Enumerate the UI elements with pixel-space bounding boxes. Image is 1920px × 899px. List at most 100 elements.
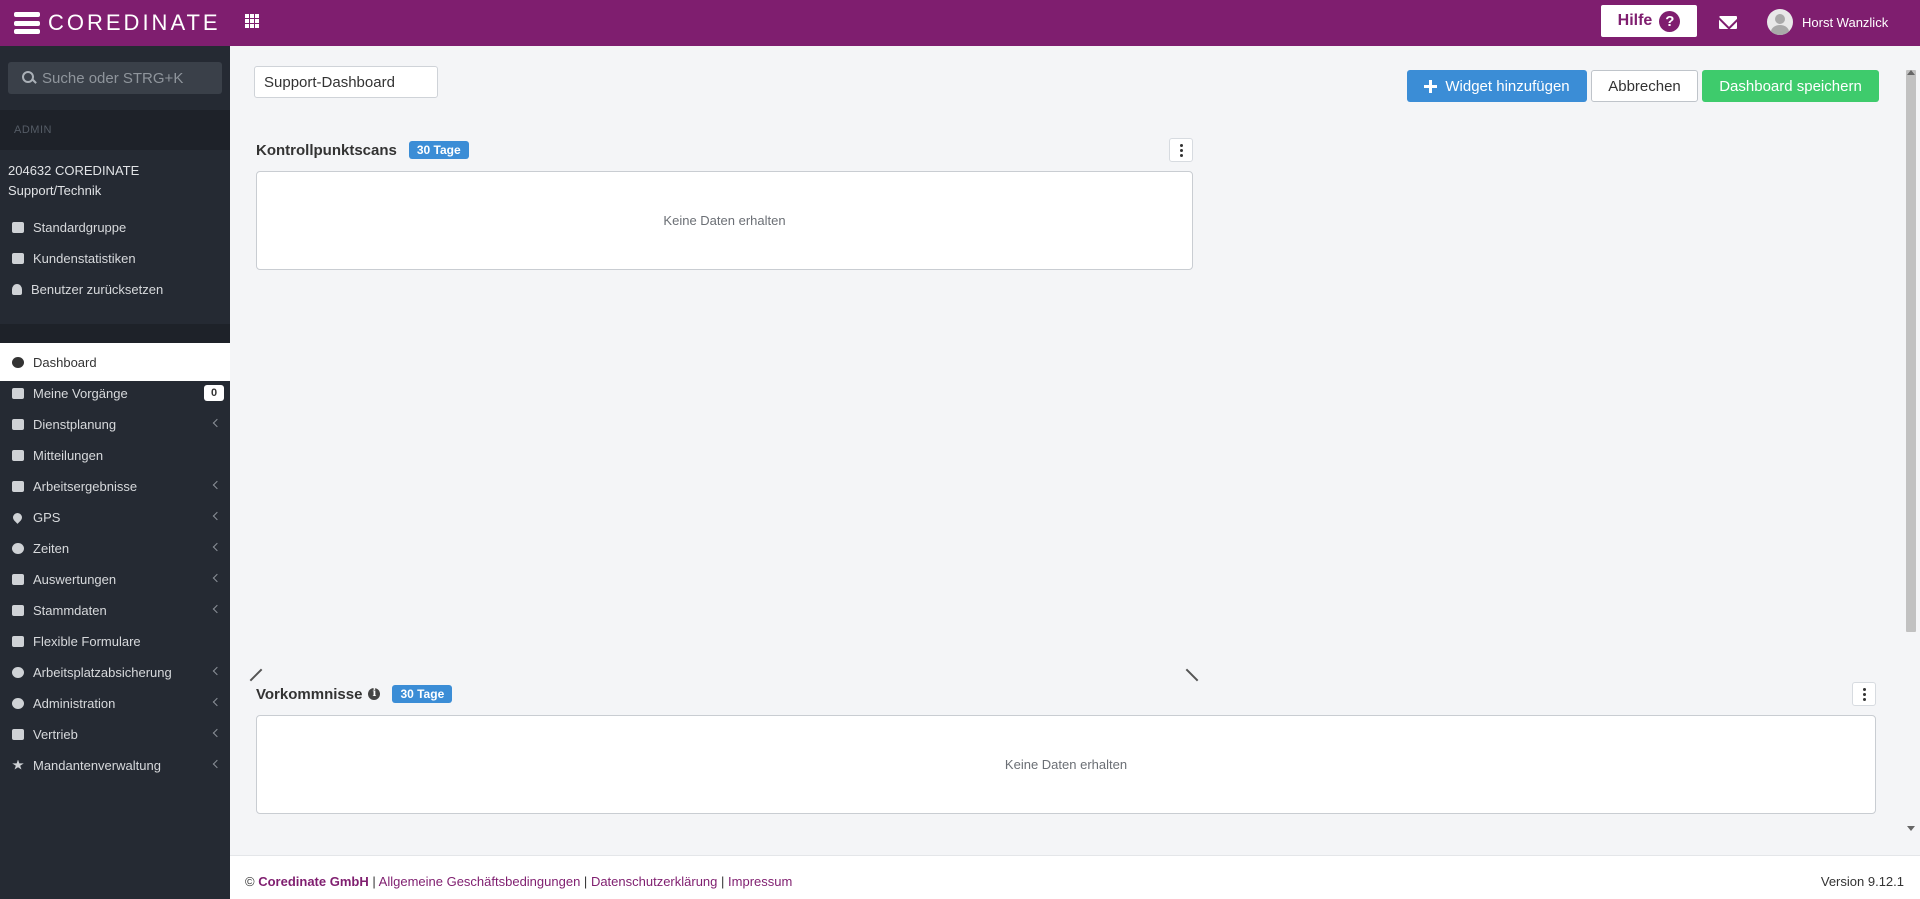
sidebar-item-label: Dashboard xyxy=(33,354,97,370)
sidebar-item-label: Arbeitsplatzabsicherung xyxy=(33,664,172,680)
chevron-left-icon xyxy=(212,418,222,428)
admin-section-label: ADMIN xyxy=(14,124,52,136)
sidebar-item-label: Mitteilungen xyxy=(33,447,104,463)
sidebar-item-benutzer-zuruecksetzen[interactable]: Benutzer zurücksetzen xyxy=(0,270,230,308)
sidebar-item-label: Flexible Formulare xyxy=(33,633,141,649)
search-placeholder: Suche oder STRG+K xyxy=(42,69,184,87)
datenschutz-link[interactable]: Datenschutzerklärung xyxy=(591,874,717,889)
scroll-up-icon[interactable] xyxy=(1907,70,1915,75)
scroll-down-icon[interactable] xyxy=(1907,826,1915,831)
top-navbar: COREDINATE Hilfe ? Horst Wanzlick xyxy=(0,0,1920,46)
chevron-left-icon xyxy=(212,666,222,676)
app-logo[interactable]: COREDINATE xyxy=(14,10,221,36)
report-icon xyxy=(12,573,24,585)
money-icon xyxy=(12,728,24,740)
form-icon xyxy=(12,635,24,647)
logo-text: COREDINATE xyxy=(48,10,221,35)
chevron-left-icon xyxy=(212,511,222,521)
dashboard-name-input[interactable]: Support-Dashboard xyxy=(254,66,438,98)
book-icon xyxy=(12,604,24,616)
empty-state-text: Keine Daten erhalten xyxy=(1004,757,1128,772)
chevron-left-icon xyxy=(212,728,222,738)
user-icon xyxy=(12,283,22,295)
cancel-button[interactable]: Abbrechen xyxy=(1591,70,1698,102)
period-badge: 30 Tage xyxy=(408,141,469,159)
empty-state-text: Keine Daten erhalten xyxy=(663,213,786,228)
sidebar-item-label: Zeiten xyxy=(33,540,70,556)
envelope-icon xyxy=(12,449,24,461)
sidebar-divider xyxy=(0,324,230,344)
apps-grid-icon[interactable] xyxy=(245,14,259,28)
sidebar-item-label: Stammdaten xyxy=(33,602,107,618)
calendar-list-icon xyxy=(12,418,24,430)
dashboard-main: Support-Dashboard Widget hinzufügen Abbr… xyxy=(230,46,1920,854)
company-link[interactable]: Coredinate GmbH xyxy=(258,874,369,889)
chevron-left-icon xyxy=(212,759,222,769)
sidebar-item-label: Auswertungen xyxy=(33,571,117,587)
sidebar-item-label: Standardgruppe xyxy=(33,219,127,235)
user-name[interactable]: Horst Wanzlick xyxy=(1802,15,1888,30)
widget-vorkommnisse-title: Vorkommnisse i 30 Tage xyxy=(256,685,453,703)
company-line-2: Support/Technik xyxy=(8,183,102,198)
footer-links: © Coredinate GmbH | Allgemeine Geschäfts… xyxy=(245,874,792,889)
cogs-icon xyxy=(12,697,24,709)
add-widget-button[interactable]: Widget hinzufügen xyxy=(1407,70,1587,102)
sidebar-item-label: Meine Vorgänge xyxy=(33,385,128,401)
resize-handle-icon[interactable] xyxy=(1182,665,1202,685)
version-text: Version 9.12.1 xyxy=(1820,874,1904,889)
widget-options-button[interactable] xyxy=(1169,138,1193,162)
search-icon xyxy=(22,70,37,86)
info-circle-icon[interactable]: i xyxy=(368,688,381,700)
help-label: Hilfe xyxy=(1617,12,1653,29)
chevron-left-icon xyxy=(212,604,222,614)
help-button[interactable]: Hilfe ? xyxy=(1601,5,1697,37)
count-badge: 0 xyxy=(204,385,224,401)
company-line-1: 204632 COREDINATE xyxy=(8,163,140,178)
widget-title-text: Vorkommnisse xyxy=(256,685,363,703)
globe-icon xyxy=(12,666,24,678)
sidebar-item-label: Mandantenverwaltung xyxy=(33,757,161,773)
sidebar-item-mandantenverwaltung[interactable]: Mandantenverwaltung xyxy=(0,746,230,784)
widget-vorkommnisse-panel: Keine Daten erhalten xyxy=(256,715,1876,814)
chevron-left-icon xyxy=(212,542,222,552)
widget-title-text: Kontrollpunktscans xyxy=(256,141,397,159)
sidebar-item-label: Benutzer zurücksetzen xyxy=(31,281,164,297)
scrollbar-thumb[interactable] xyxy=(1906,70,1916,632)
envelope-icon[interactable] xyxy=(1719,16,1737,29)
add-widget-label: Widget hinzufügen xyxy=(1445,77,1570,95)
avatar[interactable] xyxy=(1767,9,1793,35)
separator: | xyxy=(721,874,725,889)
sidebar-item-label: GPS xyxy=(33,509,61,525)
period-badge: 30 Tage xyxy=(392,685,453,703)
agb-link[interactable]: Allgemeine Geschäftsbedingungen xyxy=(379,874,581,889)
chevron-left-icon xyxy=(212,697,222,707)
footer: © Coredinate GmbH | Allgemeine Geschäfts… xyxy=(230,855,1920,899)
star-icon xyxy=(12,759,24,770)
widget-kontrollpunktscans-title: Kontrollpunktscans 30 Tage xyxy=(256,141,469,159)
separator: | xyxy=(583,874,588,889)
sidebar: Suche oder STRG+K ADMIN 204632 COREDINAT… xyxy=(0,46,230,899)
sidebar-item-label: Administration xyxy=(33,695,116,711)
clock-icon xyxy=(12,542,24,554)
question-circle-icon: ? xyxy=(1659,10,1681,32)
monitor-icon xyxy=(12,480,24,492)
external-link-icon xyxy=(12,221,24,233)
chevron-left-icon xyxy=(212,480,222,490)
sidebar-item-label: Arbeitsergebnisse xyxy=(33,478,138,494)
separator: | xyxy=(372,874,376,889)
sidebar-item-label: Kundenstatistiken xyxy=(33,250,136,266)
sidebar-item-label: Vertrieb xyxy=(33,726,78,742)
resize-handle-icon[interactable] xyxy=(246,665,266,685)
chevron-left-icon xyxy=(212,573,222,583)
plus-icon xyxy=(1424,79,1438,93)
impressum-link[interactable]: Impressum xyxy=(728,874,792,889)
bar-chart-icon xyxy=(12,252,24,264)
sidebar-item-label: Dienstplanung xyxy=(33,416,117,432)
widget-options-button[interactable] xyxy=(1852,682,1876,706)
search-input[interactable]: Suche oder STRG+K xyxy=(8,62,222,94)
menu-bars-icon[interactable] xyxy=(14,12,40,34)
map-pin-icon xyxy=(11,510,24,524)
save-dashboard-button[interactable]: Dashboard speichern xyxy=(1702,70,1879,102)
widget-kontrollpunktscans-panel: Keine Daten erhalten xyxy=(256,171,1193,270)
company-name: 204632 COREDINATE Support/Technik xyxy=(8,161,139,201)
